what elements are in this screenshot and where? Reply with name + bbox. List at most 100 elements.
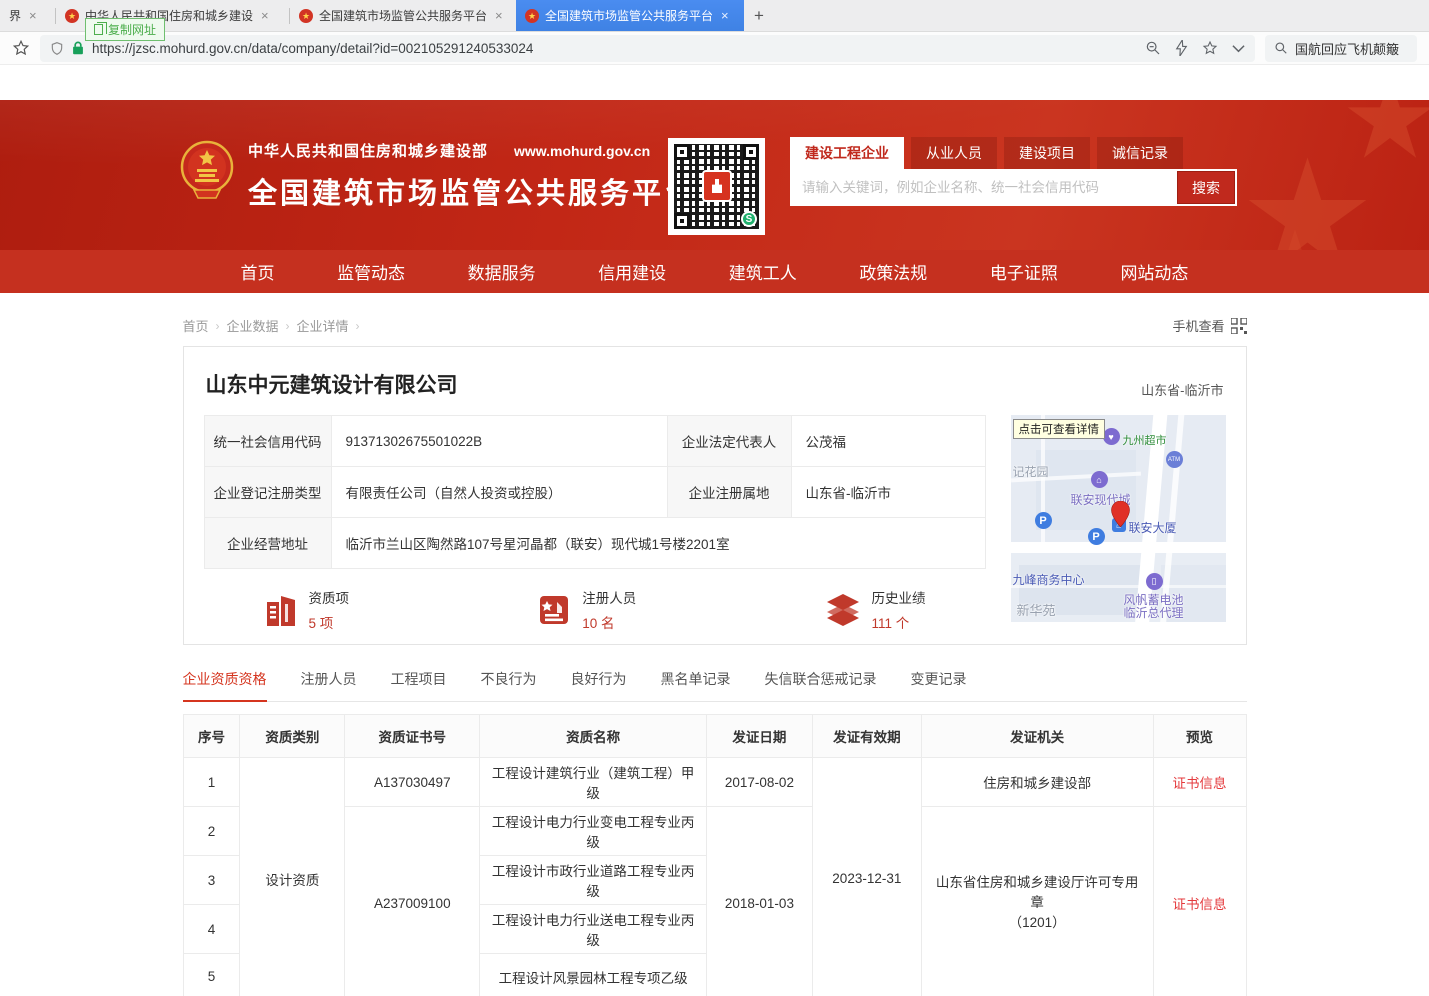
shield-icon[interactable] bbox=[50, 41, 64, 56]
zoom-out-icon[interactable] bbox=[1145, 40, 1161, 56]
cell-cert-name: 工程设计市政行业道路工程专业丙级 bbox=[480, 856, 707, 905]
stat-label: 资质项 bbox=[309, 587, 350, 607]
nav-item-site-news[interactable]: 网站动态 bbox=[1120, 259, 1188, 284]
map-tooltip: 点击可查看详情 bbox=[1013, 419, 1106, 439]
nav-item-e-certificates[interactable]: 电子证照 bbox=[990, 259, 1058, 284]
reg-place-value: 山东省-临沂市 bbox=[791, 467, 985, 518]
search-tab-credit-records[interactable]: 诚信记录 bbox=[1097, 137, 1183, 169]
tab-bad-behavior[interactable]: 不良行为 bbox=[481, 669, 537, 701]
breadcrumb-company-detail[interactable]: 企业详情 bbox=[297, 316, 349, 335]
company-stats: 资质项 5 项 bbox=[204, 587, 986, 632]
browser-toolbar: https://jzsc.mohurd.gov.cn/data/company/… bbox=[0, 32, 1429, 65]
site-emblem-icon: ★ bbox=[299, 9, 313, 23]
nav-item-data-services[interactable]: 数据服务 bbox=[468, 259, 536, 284]
favorites-star-icon[interactable] bbox=[12, 39, 30, 57]
cell-valid-until: 2023-12-31 bbox=[812, 758, 921, 996]
certificate-info-link[interactable]: 证书信息 bbox=[1153, 807, 1246, 996]
browser-tab-active[interactable]: ★ 全国建筑市场监管公共服务平台 × bbox=[516, 0, 744, 31]
stat-value[interactable]: 10 名 bbox=[582, 612, 636, 632]
tab-close-icon[interactable]: × bbox=[261, 8, 269, 23]
header-search: 建设工程企业 从业人员 建设项目 诚信记录 搜索 bbox=[790, 137, 1237, 206]
parking-icon: P bbox=[1035, 512, 1052, 529]
nav-item-home[interactable]: 首页 bbox=[241, 259, 275, 284]
url-text[interactable]: https://jzsc.mohurd.gov.cn/data/company/… bbox=[92, 41, 533, 56]
breadcrumb-home[interactable]: 首页 bbox=[183, 316, 209, 335]
search-button[interactable]: 搜索 bbox=[1177, 171, 1235, 204]
ministry-name: 中华人民共和国住房和城乡建设部 bbox=[248, 140, 488, 161]
location-map[interactable]: 点击可查看详情 ♥ 九州超市 ATM 记花园 ⌂ 联安现代城 ⌂ 联安大厦 P … bbox=[1011, 415, 1226, 622]
nav-item-credit[interactable]: 信用建设 bbox=[598, 259, 666, 284]
address-bar[interactable]: https://jzsc.mohurd.gov.cn/data/company/… bbox=[40, 35, 1255, 62]
col-issue-date: 发证日期 bbox=[706, 715, 812, 758]
cell-cert-name: 工程设计电力行业送电工程专业丙级 bbox=[480, 905, 707, 954]
cell-index: 5 bbox=[183, 954, 240, 996]
flash-icon[interactable] bbox=[1175, 40, 1188, 56]
building-icon bbox=[264, 592, 298, 628]
authority-line2: （1201） bbox=[930, 913, 1145, 933]
tab-blacklist[interactable]: 黑名单记录 bbox=[661, 669, 731, 701]
tab-enterprise-qualifications[interactable]: 企业资质资格 bbox=[183, 669, 267, 702]
search-tab-practitioners[interactable]: 从业人员 bbox=[911, 137, 997, 169]
news-search-text: 国航回应飞机颠簸 bbox=[1295, 39, 1399, 58]
credit-code-label: 统一社会信用代码 bbox=[204, 416, 331, 467]
tab-close-icon[interactable]: × bbox=[721, 8, 729, 23]
qr-code-icon[interactable] bbox=[1231, 318, 1247, 334]
national-emblem-icon bbox=[180, 140, 234, 200]
browser-tab-partial[interactable]: 界 × bbox=[0, 0, 55, 31]
breadcrumb-company-data[interactable]: 企业数据 bbox=[227, 316, 279, 335]
stat-value[interactable]: 5 项 bbox=[309, 612, 350, 632]
tab-close-icon[interactable]: × bbox=[495, 8, 503, 23]
site-title-block: 中华人民共和国住房和城乡建设部 www.mohurd.gov.cn 全国建筑市场… bbox=[248, 140, 696, 212]
browser-window: 界 × ★ 中华人民共和国住房和城乡建设 × ★ 全国建筑市场监管公共服务平台 … bbox=[0, 0, 1429, 996]
battery-poi-icon: ▯ bbox=[1146, 573, 1163, 590]
tab-good-behavior[interactable]: 良好行为 bbox=[571, 669, 627, 701]
reg-type-value: 有限责任公司（自然人投资或控股） bbox=[331, 467, 667, 518]
browser-tab-jzsc[interactable]: ★ 全国建筑市场监管公共服务平台 × bbox=[290, 0, 516, 31]
map-label-supermarket: 九州超市 bbox=[1123, 432, 1167, 448]
stat-value[interactable]: 111 个 bbox=[872, 612, 926, 632]
map-label-tower: 联安大厦 bbox=[1129, 519, 1177, 536]
tab-dishonesty-records[interactable]: 失信联合惩戒记录 bbox=[765, 669, 877, 701]
certificate-info-link[interactable]: 证书信息 bbox=[1153, 758, 1246, 807]
company-location-pin[interactable] bbox=[1111, 501, 1130, 527]
stat-qualifications: 资质项 5 项 bbox=[264, 587, 350, 632]
company-region: 山东省-临沂市 bbox=[1141, 380, 1223, 399]
legal-rep-label: 企业法定代表人 bbox=[667, 416, 791, 467]
tab-label: 全国建筑市场监管公共服务平台 bbox=[545, 7, 713, 24]
col-valid-until: 发证有效期 bbox=[812, 715, 921, 758]
authority-line1: 山东省住房和城乡建设厅许可专用章 bbox=[930, 873, 1145, 913]
tab-projects[interactable]: 工程项目 bbox=[391, 669, 447, 701]
nav-item-supervision[interactable]: 监管动态 bbox=[337, 259, 405, 284]
qr-center-logo bbox=[702, 170, 732, 202]
nav-item-policies[interactable]: 政策法规 bbox=[859, 259, 927, 284]
cell-index: 2 bbox=[183, 807, 240, 856]
site-emblem-icon: ★ bbox=[525, 9, 539, 23]
https-lock-icon[interactable] bbox=[72, 41, 84, 55]
mobile-view-label[interactable]: 手机查看 bbox=[1172, 316, 1224, 335]
chevron-down-icon[interactable] bbox=[1232, 44, 1245, 53]
stat-historical-performance: 历史业绩 111 个 bbox=[825, 587, 926, 632]
company-info-table: 统一社会信用代码 91371302675501022B 企业法定代表人 公茂福 … bbox=[204, 415, 986, 569]
nav-item-workers[interactable]: 建筑工人 bbox=[729, 259, 797, 284]
parking-icon: P bbox=[1088, 528, 1105, 545]
tab-close-icon[interactable]: × bbox=[29, 8, 37, 23]
search-input[interactable] bbox=[790, 180, 1177, 195]
cell-issue-date: 2017-08-02 bbox=[706, 758, 812, 807]
reg-type-label: 企业登记注册类型 bbox=[204, 467, 331, 518]
flag-star-decoration bbox=[1260, 228, 1330, 250]
search-tab-construction-enterprise[interactable]: 建设工程企业 bbox=[790, 137, 904, 169]
cell-index: 3 bbox=[183, 856, 240, 905]
site-qr-code: S bbox=[668, 138, 765, 235]
search-icon bbox=[1274, 41, 1288, 55]
tab-registered-personnel[interactable]: 注册人员 bbox=[301, 669, 357, 701]
search-tab-projects[interactable]: 建设项目 bbox=[1004, 137, 1090, 169]
new-tab-button[interactable]: + bbox=[744, 0, 774, 31]
company-card: 山东中元建筑设计有限公司 山东省-临沂市 统一社会信用代码 9137130267… bbox=[183, 346, 1247, 645]
ministry-url: www.mohurd.gov.cn bbox=[514, 143, 650, 159]
bookmark-star-icon[interactable] bbox=[1202, 40, 1218, 56]
news-search-box[interactable]: 国航回应飞机颠簸 bbox=[1265, 35, 1417, 62]
tab-change-records[interactable]: 变更记录 bbox=[911, 669, 967, 701]
cell-issue-date: 2018-01-03 bbox=[706, 807, 812, 996]
table-row: 1 设计资质 A137030497 工程设计建筑行业（建筑工程）甲级 2017-… bbox=[183, 758, 1246, 807]
cell-cert-name: 工程设计风景园林工程专项乙级 bbox=[480, 954, 707, 996]
